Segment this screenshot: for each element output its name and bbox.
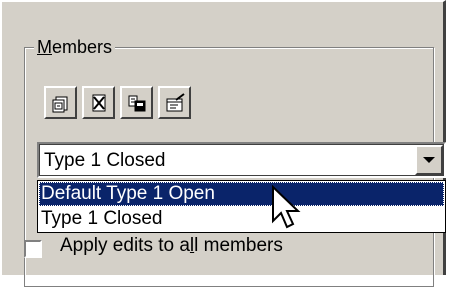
- new-member-icon: [52, 96, 67, 112]
- chevron-down-icon: [423, 157, 435, 163]
- copy-member-icon: [128, 95, 145, 111]
- member-type-dropdown-list[interactable]: Default Type 1 Open Type 1 Closed: [37, 180, 446, 233]
- member-type-combo-value: Type 1 Closed: [44, 150, 166, 171]
- new-member-button[interactable]: [44, 86, 77, 119]
- dropdown-option-default-type1-open[interactable]: Default Type 1 Open: [39, 182, 444, 206]
- member-properties-icon: [166, 92, 185, 111]
- dropdown-option-type1-closed[interactable]: Type 1 Closed: [39, 207, 444, 231]
- member-type-combo[interactable]: Type 1 Closed: [37, 142, 446, 178]
- apply-edits-label[interactable]: Apply edits to all members: [60, 234, 283, 258]
- member-properties-button[interactable]: [158, 86, 191, 119]
- members-group-label: Members: [34, 36, 116, 58]
- delete-member-icon: [92, 94, 105, 111]
- combo-dropdown-button[interactable]: [415, 145, 443, 175]
- delete-member-button[interactable]: [82, 86, 115, 119]
- apply-edits-checkbox[interactable]: [24, 240, 42, 258]
- members-panel: Members Type 1 Closed Default Type 1 Ope…: [0, 0, 446, 287]
- mouse-cursor-icon: [272, 185, 301, 229]
- copy-member-button[interactable]: [120, 86, 153, 119]
